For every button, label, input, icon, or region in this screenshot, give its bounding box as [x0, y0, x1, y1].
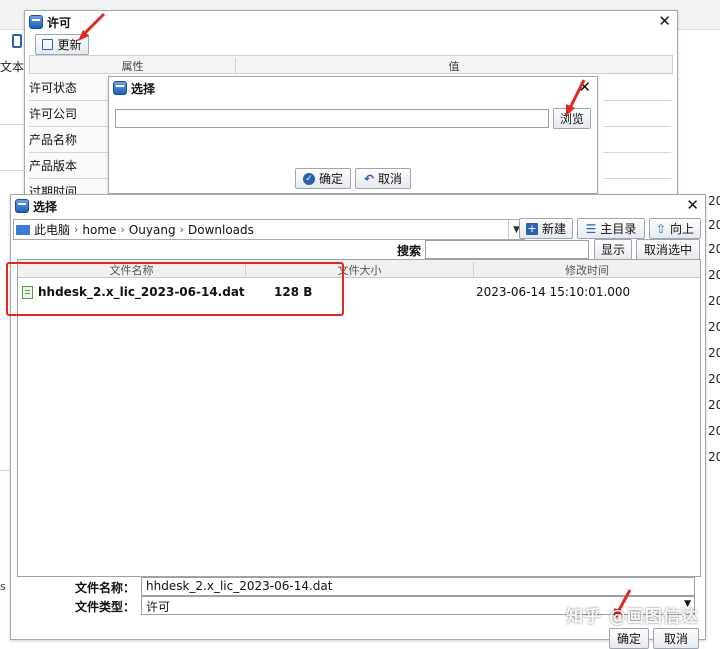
annotation-arrows — [78, 12, 632, 620]
watermark: 知乎 @画图信达 — [566, 607, 699, 627]
red-arrow-icon — [78, 12, 106, 41]
red-arrow-icon — [566, 79, 586, 116]
